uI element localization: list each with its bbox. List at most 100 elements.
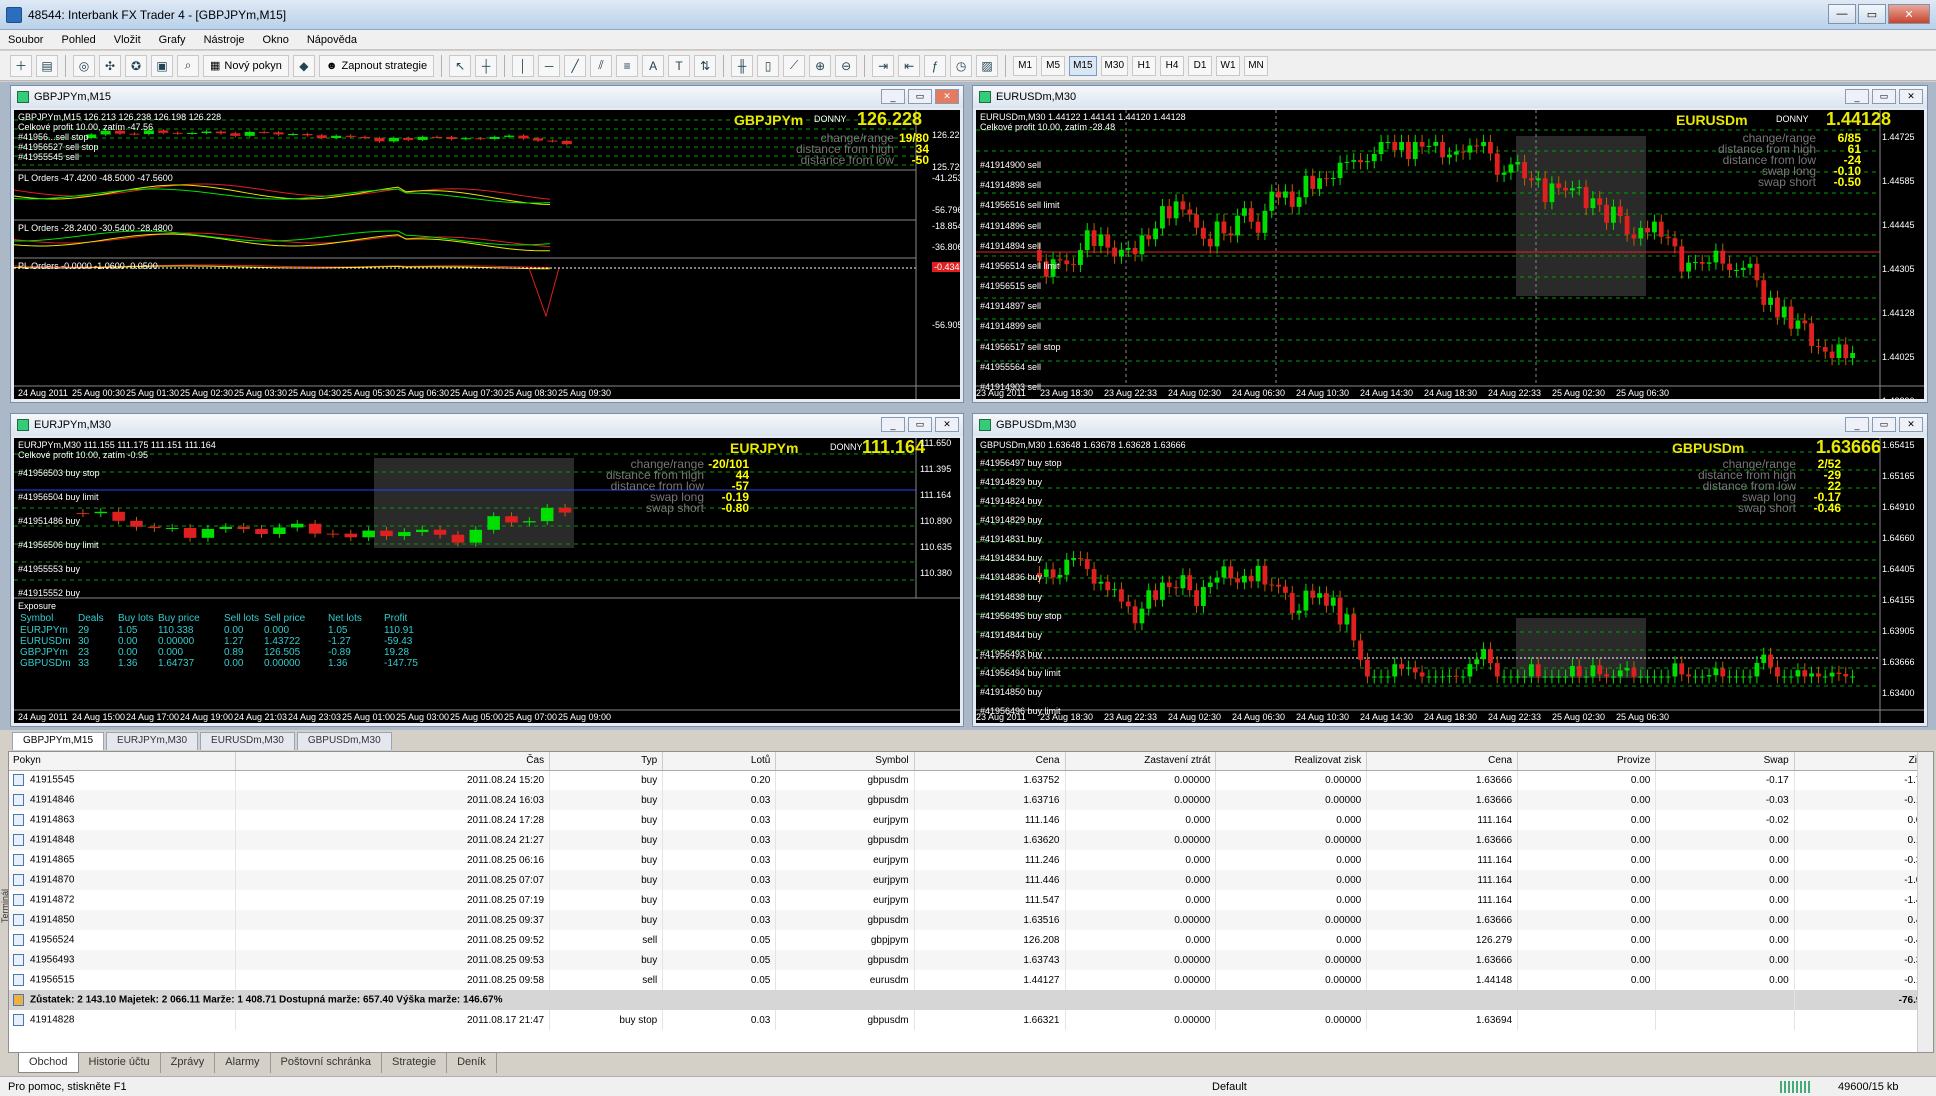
chart-tab-gbpusdm[interactable]: GBPUSDm,M30	[296, 732, 392, 750]
tab-strategie[interactable]: Strategie	[382, 1053, 448, 1073]
chart-tab-gbpjpym[interactable]: GBPJPYm,M15	[12, 732, 105, 750]
column-header[interactable]: Pokyn	[9, 752, 236, 771]
chart-tab-eurjpym[interactable]: EURJPYm,M30	[106, 732, 199, 750]
chart-window-gbpusdm[interactable]: GBPUSDm,M30 _ ▭ ✕ GBPUSDm,M30 1.63648 1.63…	[972, 413, 1928, 727]
column-header[interactable]: Lotů	[662, 752, 777, 771]
tf-m1[interactable]: M1	[1013, 55, 1038, 76]
column-header[interactable]: Čas	[235, 752, 551, 771]
menu-nastroje[interactable]: Nástroje	[204, 34, 245, 46]
chart-window-eurjpym[interactable]: EURJPYm,M30 _ ▭ ✕ EURJPYm,M30 111.155 111.…	[10, 413, 964, 727]
table-row[interactable]: 41914846 2011.08.24 16:03 buy 0.03 gbpusdm 1.…	[9, 790, 1934, 810]
tab-obchod[interactable]: Obchod	[18, 1053, 79, 1073]
channel-icon[interactable]: ⫽	[590, 54, 613, 77]
fibonacci-icon[interactable]: ≡	[616, 54, 639, 77]
table-row[interactable]: 41914872 2011.08.25 07:19 buy 0.03 eurjpym 11…	[9, 890, 1934, 910]
minimize-button[interactable]: —	[1828, 4, 1856, 24]
chart-maximize-button[interactable]: ▭	[1872, 417, 1896, 432]
templates-icon[interactable]: ▨	[976, 54, 999, 77]
trendline-icon[interactable]: ╱	[564, 54, 587, 77]
close-button[interactable]: ✕	[1888, 4, 1930, 24]
zoom-out-icon[interactable]: ⊖	[835, 54, 858, 77]
label-icon[interactable]: T	[668, 54, 691, 77]
chart-close-button[interactable]: ✕	[935, 417, 959, 432]
text-icon[interactable]: A	[642, 54, 665, 77]
menu-soubor[interactable]: Soubor	[8, 34, 43, 46]
navigator-icon[interactable]: ✪	[125, 54, 147, 77]
column-header[interactable]: Typ	[549, 752, 664, 771]
candles-icon[interactable]: ▯	[757, 54, 780, 77]
menu-vlozit[interactable]: Vložit	[114, 34, 141, 46]
indicators-icon[interactable]: ƒ	[924, 54, 947, 77]
autoscroll-icon[interactable]: ⇥	[872, 54, 895, 77]
chart-close-button[interactable]: ✕	[1899, 89, 1923, 104]
zoom-in-icon[interactable]: ⊕	[809, 54, 832, 77]
table-row[interactable]: 41956515 2011.08.25 09:58 sell 0.05 eurusdm 1…	[9, 970, 1934, 990]
tf-mn[interactable]: MN	[1244, 55, 1268, 76]
tf-d1[interactable]: D1	[1188, 55, 1212, 76]
tf-m5[interactable]: M5	[1041, 55, 1066, 76]
column-header[interactable]: Cena	[1366, 752, 1519, 771]
column-header[interactable]: Swap	[1655, 752, 1795, 771]
chart-minimize-button[interactable]: _	[881, 417, 905, 432]
metaeditor-icon[interactable]: ◆	[292, 54, 315, 77]
chart-maximize-button[interactable]: ▭	[1872, 89, 1896, 104]
tester-icon[interactable]: ⌕	[177, 54, 199, 77]
tab-postovni[interactable]: Poštovní schránka	[271, 1053, 383, 1073]
tf-h1[interactable]: H1	[1132, 55, 1156, 76]
expert-advisors-button[interactable]: ☻ Zapnout strategie	[318, 54, 435, 77]
chart-window-gbpjpym[interactable]: GBPJPYm,M15 _ ▭ ✕ GBPJPYm,M15 126.213 126.…	[10, 85, 964, 403]
chart-minimize-button[interactable]: _	[881, 89, 905, 104]
chart-maximize-button[interactable]: ▭	[908, 89, 932, 104]
menu-okno[interactable]: Okno	[263, 34, 289, 46]
profiles-icon[interactable]: ▤	[36, 54, 58, 77]
menu-napoveda[interactable]: Nápověda	[307, 34, 357, 46]
column-header[interactable]: Cena	[914, 752, 1066, 771]
new-order-button[interactable]: ▦ Nový pokyn	[203, 54, 289, 77]
tab-historie[interactable]: Historie účtu	[79, 1053, 161, 1073]
terminal-icon[interactable]: ▣	[151, 54, 173, 77]
chart-maximize-button[interactable]: ▭	[908, 417, 932, 432]
column-header[interactable]: Symbol	[775, 752, 915, 771]
tf-m15[interactable]: M15	[1069, 55, 1097, 76]
cursor-icon[interactable]: ↖	[449, 54, 472, 77]
table-row[interactable]: 41914850 2011.08.25 09:37 buy 0.03 gbpusdm 1.…	[9, 910, 1934, 930]
tf-m30[interactable]: M30	[1100, 55, 1128, 76]
menu-pohled[interactable]: Pohled	[61, 34, 95, 46]
chart-plot-area[interactable]: GBPJPYm,M15 126.213 126.238 126.198 126.…	[14, 110, 960, 399]
periods-icon[interactable]: ◷	[950, 54, 973, 77]
chart-tab-eurusdm[interactable]: EURUSDm,M30	[200, 732, 295, 750]
column-header[interactable]: Realizovat zisk	[1215, 752, 1368, 771]
tab-denik[interactable]: Deník	[447, 1053, 497, 1073]
chart-plot-area[interactable]: EURJPYm,M30 111.155 111.175 111.151 111.…	[14, 438, 960, 723]
pending-order-row[interactable]: 41914828 2011.08.17 21:47 buy stop 0.03 gbpu…	[9, 1010, 1934, 1030]
horizontal-line-icon[interactable]: ─	[538, 54, 561, 77]
new-chart-icon[interactable]: ＋	[10, 54, 32, 77]
chart-shift-icon[interactable]: ⇤	[898, 54, 921, 77]
crosshair-icon[interactable]: ┼	[475, 54, 498, 77]
chart-close-button[interactable]: ✕	[935, 89, 959, 104]
table-row[interactable]: 41914870 2011.08.25 07:07 buy 0.03 eurjpym 11…	[9, 870, 1934, 890]
column-header[interactable]: Zisk	[1794, 752, 1934, 771]
column-header[interactable]: Zastavení ztrát	[1065, 752, 1217, 771]
table-row[interactable]: 41956493 2011.08.25 09:53 buy 0.05 gbpusdm 1.…	[9, 950, 1934, 970]
menu-grafy[interactable]: Grafy	[159, 34, 186, 46]
arrows-icon[interactable]: ⇅	[694, 54, 717, 77]
tab-zpravy[interactable]: Zprávy	[161, 1053, 216, 1073]
tf-w1[interactable]: W1	[1216, 55, 1240, 76]
table-row[interactable]: 41914865 2011.08.25 06:16 buy 0.03 eurjpym 11…	[9, 850, 1934, 870]
column-header[interactable]: Provize	[1517, 752, 1657, 771]
line-chart-icon[interactable]: ⟋	[783, 54, 806, 77]
chart-plot-area[interactable]: EURUSDm,M30 1.44122 1.44141 1.44120 1.44…	[976, 110, 1924, 399]
chart-close-button[interactable]: ✕	[1899, 417, 1923, 432]
chart-window-eurusdm[interactable]: EURUSDm,M30 _ ▭ ✕ EURUSDm,M30 1.44122 1.44…	[972, 85, 1928, 403]
table-row[interactable]: 41914863 2011.08.24 17:28 buy 0.03 eurjpym 11…	[9, 810, 1934, 830]
market-watch-icon[interactable]: ◎	[73, 54, 95, 77]
vertical-line-icon[interactable]: │	[512, 54, 535, 77]
chart-plot-area[interactable]: GBPUSDm,M30 1.63648 1.63678 1.63628 1.63…	[976, 438, 1924, 723]
tab-alarmy[interactable]: Alarmy	[215, 1053, 271, 1073]
chart-minimize-button[interactable]: _	[1845, 417, 1869, 432]
chart-minimize-button[interactable]: _	[1845, 89, 1869, 104]
tf-h4[interactable]: H4	[1160, 55, 1184, 76]
table-row[interactable]: 41915545 2011.08.24 15:20 buy 0.20 gbpusdm 1.…	[9, 770, 1934, 790]
data-window-icon[interactable]: ✣	[99, 54, 121, 77]
